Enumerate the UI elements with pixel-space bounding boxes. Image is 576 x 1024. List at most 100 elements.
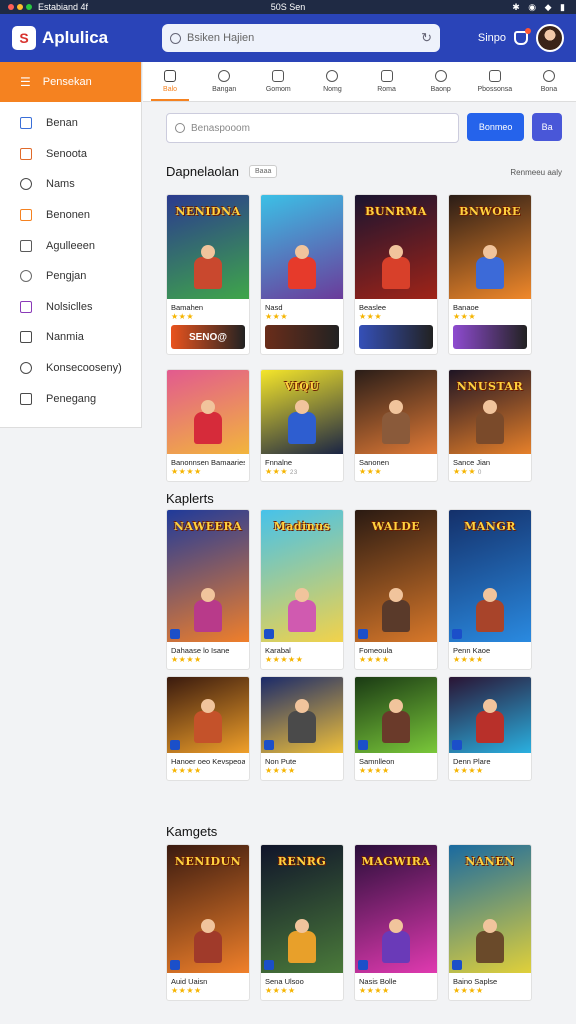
close-dot-icon[interactable] [8,4,14,10]
sidebar-item-label: Pengjan [46,270,87,283]
sidebar-item-active[interactable]: ☰ Pensekan [0,62,141,102]
game-cover-image[interactable]: BNWORE [449,195,531,299]
search-button[interactable]: Bonmeo [466,113,525,141]
tab-1[interactable]: Bangan [197,62,251,101]
app-logo[interactable]: S Aplulica [12,26,162,50]
calendar-icon [542,70,555,82]
tab-0[interactable]: Balo [143,62,197,101]
character-body [476,600,504,632]
game-cover-image[interactable] [261,195,343,299]
tab-5[interactable]: Baonp [414,62,468,101]
game-card[interactable]: Madinus Karabal ★★★★★ [260,509,344,670]
game-card[interactable]: BNWORE Banaoe ★★★ [448,194,532,355]
game-card[interactable]: WALDE Fomeoula ★★★★ [354,509,438,670]
game-cover-image[interactable]: NENIDNA [167,195,249,299]
character-body [194,412,222,444]
game-cover-image[interactable] [355,677,437,753]
tab-6[interactable]: Pbossonsa [468,62,522,101]
window-controls[interactable] [8,4,32,10]
game-cover-image[interactable]: NANEN [449,845,531,973]
sidebar-item[interactable]: Benan [0,108,141,139]
section-pill[interactable]: Baaa [249,165,278,178]
card-meta: Fnnalne ★★★ 23 [261,454,343,481]
character-body [288,412,316,444]
game-cover-image[interactable]: NAWEERA [167,510,249,642]
refresh-icon[interactable]: ↻ [421,30,432,46]
game-card[interactable]: Samnlleon ★★★★ [354,676,438,781]
sidebar-item[interactable]: Pengjan [0,261,141,292]
game-cover-image[interactable]: WALDE [355,510,437,642]
game-cover-image[interactable]: BUNRMA [355,195,437,299]
game-cover-image[interactable]: MANGR [449,510,531,642]
promo-banner[interactable] [453,325,527,349]
sidebar-item[interactable]: Agulleeen [0,230,141,261]
profile-label[interactable]: Sinpo [478,32,506,44]
game-card[interactable]: MAGWIRA Nasis Bolle ★★★★ [354,844,438,1001]
game-card[interactable]: NNUSTAR Sance Jian ★★★ 0 [448,369,532,482]
game-cover-image[interactable] [167,677,249,753]
main-search-input[interactable]: Benaspooom [166,113,459,143]
promo-banner[interactable]: SENO@ [171,325,245,349]
rating-stars: ★★★★ [171,986,245,995]
character-head [483,588,497,602]
game-cover-image[interactable] [449,677,531,753]
promo-banner[interactable] [359,325,433,349]
game-cover-image[interactable]: NNUSTAR [449,370,531,454]
game-card[interactable]: NANEN Baino Saplse ★★★★ [448,844,532,1001]
minimize-dot-icon[interactable] [17,4,23,10]
game-card[interactable]: Non Pute ★★★★ [260,676,344,781]
promo-banner[interactable] [265,325,339,349]
game-cover-image[interactable]: MAGWIRA [355,845,437,973]
game-card[interactable]: Hanoer oeo Kevspeoait ★★★★ [166,676,250,781]
filter-button[interactable]: Ba [532,113,562,141]
sidebar-item[interactable]: Nams [0,169,141,200]
sidebar-item[interactable]: Nanmia [0,322,141,353]
rating-value: ★★★ [265,467,289,476]
game-cover-image[interactable]: Madinus [261,510,343,642]
search-row: Benaspooom Bonmeo Ba [166,113,562,143]
game-card[interactable]: Banonnsen Bamaaries ★★★★ [166,369,250,482]
rating-value: ★★★★ [171,655,202,664]
cover-title: WALDE [371,520,421,533]
game-card[interactable]: MANGR Penn Kaoe ★★★★ [448,509,532,670]
game-cover-image[interactable] [167,370,249,454]
rating-stars: ★★★ [453,312,527,321]
sidebar-item[interactable]: Senoota [0,139,141,170]
game-card[interactable]: Denn Plare ★★★★ [448,676,532,781]
character-figure [378,919,414,965]
sidebar-item-label: Nams [46,178,75,191]
game-cover-image[interactable]: NENIDUN [167,845,249,973]
game-cover-image[interactable] [355,370,437,454]
game-title: Baino Saplse [453,977,498,986]
game-title: Denn Plare [453,757,491,766]
game-card[interactable]: BUNRMA Beaslee ★★★ [354,194,438,355]
header-search-input[interactable]: Bsiken Hajien ↻ [162,24,440,52]
game-cover-image[interactable] [261,677,343,753]
game-card[interactable]: Nasd ★★★ [260,194,344,355]
tab-2[interactable]: Gomom [251,62,305,101]
sidebar-item[interactable]: Konsecooseny) [0,353,141,384]
rating-stars: ★★★ [265,312,339,321]
maximize-dot-icon[interactable] [26,4,32,10]
game-card[interactable]: VIQU Fnnalne ★★★ 23 [260,369,344,482]
avatar[interactable] [536,24,564,52]
character-body [476,412,504,444]
sidebar-item-label: Konsecooseny) [46,362,122,375]
game-card[interactable]: Sanonen ★★★ [354,369,438,482]
game-card[interactable]: RENRG Sena Ulsoo ★★★★ [260,844,344,1001]
tab-7[interactable]: Bona [522,62,576,101]
sidebar-item[interactable]: Nolsiclles [0,292,141,323]
tab-3[interactable]: Nomg [305,62,359,101]
notification-bell-icon[interactable] [514,28,531,45]
sidebar-item[interactable]: Benonen [0,200,141,231]
character-head [389,400,403,414]
tab-4[interactable]: Roma [360,62,414,101]
game-card[interactable]: NAWEERA Dahaase lo Isane ★★★★ [166,509,250,670]
cover-title: NANEN [465,855,515,868]
game-card[interactable]: NENIDNA Bamahen ★★★ SENO@ [166,194,250,355]
sidebar-item[interactable]: Penegang [0,383,141,414]
game-cover-image[interactable]: VIQU [261,370,343,454]
game-card[interactable]: NENIDUN Auid Uaisn ★★★★ [166,844,250,1001]
game-cover-image[interactable]: RENRG [261,845,343,973]
see-all-link[interactable]: Renmeeu aaly [510,168,562,177]
